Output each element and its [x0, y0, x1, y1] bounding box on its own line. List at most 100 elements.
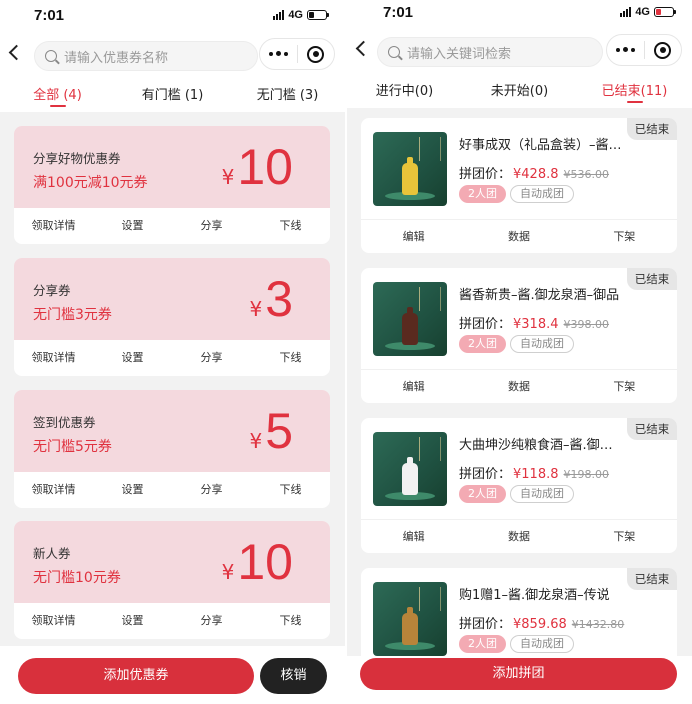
verify-coupon-button[interactable]: 核销	[260, 658, 327, 694]
search-placeholder: 请输入优惠券名称	[64, 50, 169, 66]
calligraphy-decoration	[419, 287, 441, 311]
settings-button[interactable]: 设置	[93, 472, 172, 508]
edit-button[interactable]: 编辑	[361, 220, 466, 253]
original-price: ¥1432.80	[571, 618, 625, 631]
settings-button[interactable]: 设置	[93, 340, 172, 376]
coupon-amount: ¥3	[249, 271, 293, 327]
more-icon[interactable]	[260, 51, 297, 57]
back-arrow-icon[interactable]	[355, 40, 372, 57]
currency-symbol: ¥	[249, 429, 263, 453]
groupbuy-card[interactable]: 已结束 大曲坤沙纯粮食酒–酱.御龙泉酒 拼团价： ¥118.8 ¥198.00 2人团 自动…	[361, 418, 677, 553]
coupon-name: 新人券	[33, 546, 71, 561]
share-button[interactable]: 分享	[172, 603, 251, 639]
currency-symbol: ¥	[221, 560, 235, 584]
groupbuy-bottom-bar: 添加拼团	[347, 656, 692, 704]
coupon-face: 新人券 无门槛10元券 ¥10	[14, 521, 330, 603]
search-icon	[45, 50, 57, 62]
network-label: 4G	[635, 6, 650, 18]
coupon-face: 分享券无门槛3元券 ¥3	[14, 258, 330, 340]
original-price: ¥398.00	[563, 318, 610, 331]
group-price: ¥318.4	[513, 317, 559, 332]
add-coupon-button[interactable]: 添加优惠券	[18, 658, 254, 694]
tab-all[interactable]: 全部 (4)	[0, 76, 115, 112]
close-miniprogram-icon[interactable]	[644, 41, 681, 59]
delist-button[interactable]: 下架	[572, 370, 677, 403]
data-button[interactable]: 数据	[466, 370, 571, 403]
offline-button[interactable]: 下线	[251, 340, 330, 376]
price-label: 拼团价：	[459, 617, 512, 632]
delist-button[interactable]: 下架	[572, 520, 677, 553]
offline-button[interactable]: 下线	[251, 208, 330, 244]
group-size-tag: 2人团	[459, 185, 506, 203]
offline-button[interactable]: 下线	[251, 603, 330, 639]
more-icon[interactable]	[607, 47, 644, 53]
price-label: 拼团价：	[459, 167, 512, 182]
back-arrow-icon[interactable]	[8, 44, 25, 61]
coupon-face: 签到优惠券无门槛5元券 ¥5	[14, 390, 330, 472]
coupon-description: 无门槛3元券	[33, 307, 112, 323]
coupon-value: 10	[237, 139, 293, 195]
claim-details-button[interactable]: 领取详情	[14, 472, 93, 508]
coupon-description: 无门槛5元券	[33, 439, 112, 455]
coupon-name: 签到优惠券	[33, 415, 96, 430]
coupon-actions: 领取详情 设置 分享 下线	[14, 340, 330, 376]
share-button[interactable]: 分享	[172, 472, 251, 508]
tab-no-threshold[interactable]: 无门槛 (3)	[230, 76, 345, 112]
claim-details-button[interactable]: 领取详情	[14, 603, 93, 639]
coupon-card[interactable]: 签到优惠券无门槛5元券 ¥5 领取详情 设置 分享 下线	[14, 390, 330, 508]
product-image	[373, 282, 447, 356]
price-row: 拼团价： ¥118.8 ¥198.00	[459, 463, 609, 482]
add-groupbuy-button[interactable]: 添加拼团	[360, 658, 677, 690]
currency-symbol: ¥	[221, 165, 235, 189]
tab-upcoming[interactable]: 未开始(0)	[462, 72, 577, 108]
offline-button[interactable]: 下线	[251, 472, 330, 508]
search-input[interactable]: 请输入优惠券名称	[34, 41, 258, 71]
status-badge: 已结束	[627, 568, 677, 590]
network-label: 4G	[288, 9, 303, 21]
liquor-bottle	[402, 463, 418, 495]
claim-details-button[interactable]: 领取详情	[14, 208, 93, 244]
coupon-card[interactable]: 分享券无门槛3元券 ¥3 领取详情 设置 分享 下线	[14, 258, 330, 376]
product-image	[373, 432, 447, 506]
tag-row: 2人团 自动成团	[459, 635, 574, 653]
data-button[interactable]: 数据	[466, 220, 571, 253]
edit-button[interactable]: 编辑	[361, 520, 466, 553]
settings-button[interactable]: 设置	[93, 603, 172, 639]
calligraphy-decoration	[419, 137, 441, 161]
tab-ended[interactable]: 已结束(11)	[577, 72, 692, 108]
coupon-card[interactable]: 新人券 无门槛10元券 ¥10 领取详情 设置 分享 下线	[14, 521, 330, 639]
coupon-card[interactable]: 分享好物优惠券满100元减10元券 ¥10 领取详情 设置 分享 下线	[14, 126, 330, 244]
coupon-actions: 领取详情 设置 分享 下线	[14, 208, 330, 244]
claim-details-button[interactable]: 领取详情	[14, 340, 93, 376]
group-price: ¥118.8	[513, 467, 559, 482]
status-badge: 已结束	[627, 118, 677, 140]
group-size-tag: 2人团	[459, 335, 506, 353]
data-button[interactable]: 数据	[466, 520, 571, 553]
group-size-tag: 2人团	[459, 485, 506, 503]
settings-button[interactable]: 设置	[93, 208, 172, 244]
coupon-amount: ¥5	[249, 403, 293, 459]
tab-with-threshold[interactable]: 有门槛 (1)	[115, 76, 230, 112]
edit-button[interactable]: 编辑	[361, 370, 466, 403]
share-button[interactable]: 分享	[172, 208, 251, 244]
coupon-description: 满100元减10元券	[33, 175, 148, 191]
status-time: 7:01	[383, 4, 414, 21]
share-button[interactable]: 分享	[172, 340, 251, 376]
auto-group-tag: 自动成团	[510, 485, 574, 503]
group-price: ¥859.68	[513, 617, 567, 632]
tab-ongoing[interactable]: 进行中(0)	[347, 72, 462, 108]
groupbuy-card[interactable]: 已结束好事成双（礼品盒装）–酱香型白酒拼团价：¥428.8 ¥536.00 2人团自…	[361, 118, 677, 253]
delist-button[interactable]: 下架	[572, 220, 677, 253]
coupon-name: 分享好物优惠券	[33, 151, 121, 166]
coupon-bottom-bar: 添加优惠券 核销	[0, 646, 345, 704]
close-miniprogram-icon[interactable]	[297, 45, 334, 63]
coupon-amount: ¥10	[222, 139, 293, 195]
groupbuy-card[interactable]: 已结束 酱香新贵–酱.御龙泉酒–御品 拼团价： ¥318.4 ¥398.00 2人团 自动成…	[361, 268, 677, 403]
search-input[interactable]: 请输入关键词检索	[377, 37, 603, 67]
product-title: 购1赠1–酱.御龙泉酒–传说	[459, 588, 610, 603]
coupon-value: 3	[265, 271, 293, 327]
coupon-name: 分享券	[33, 283, 71, 298]
tag-row: 2人团 自动成团	[459, 335, 574, 353]
product-image	[373, 132, 447, 206]
coupon-face: 分享好物优惠券满100元减10元券 ¥10	[14, 126, 330, 208]
